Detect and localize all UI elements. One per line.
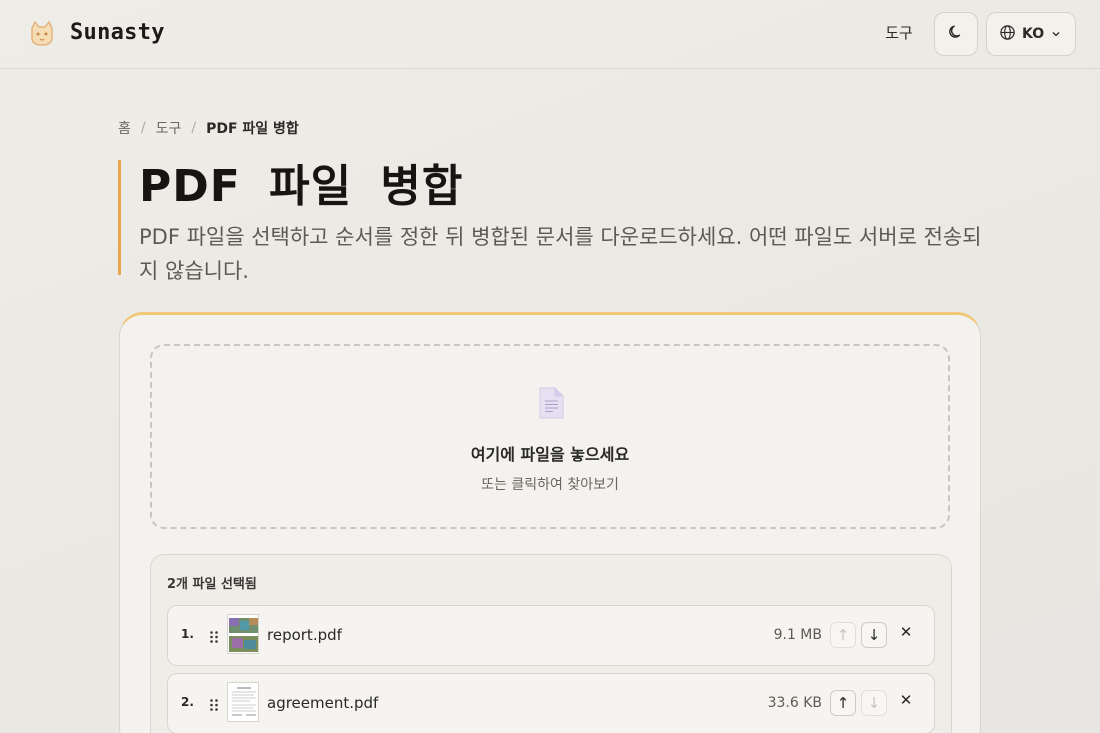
file-dropzone[interactable]: 여기에 파일을 놓으세요 또는 클릭하여 찾아보기	[150, 344, 950, 529]
close-icon[interactable]: ✕	[896, 691, 916, 715]
move-up-button[interactable]: ↑	[830, 622, 856, 648]
moon-icon	[948, 24, 964, 44]
breadcrumb-tools[interactable]: 도구	[156, 118, 182, 138]
breadcrumb: 홈 / 도구 / PDF 파일 병합	[118, 118, 299, 138]
cat-logo-icon[interactable]	[26, 18, 58, 50]
language-label: KO	[1022, 26, 1045, 42]
close-icon[interactable]: ✕	[896, 623, 916, 647]
breadcrumb-separator: /	[140, 120, 146, 136]
file-thumbnail	[227, 682, 259, 722]
drag-handle-icon[interactable]	[209, 697, 219, 711]
move-down-button[interactable]: ↓	[861, 622, 887, 648]
breadcrumb-separator: /	[191, 120, 197, 136]
file-thumbnail	[227, 614, 259, 654]
file-name: report.pdf	[267, 626, 342, 644]
move-up-button[interactable]: ↑	[830, 690, 856, 716]
chevron-down-icon	[1050, 25, 1062, 44]
file-index: 1.	[181, 627, 194, 641]
breadcrumb-current: PDF 파일 병합	[206, 121, 299, 137]
file-size: 33.6 KB	[767, 695, 822, 711]
file-row[interactable]: 1. report.pdf 9.1 MB ↑ ↓ ✕	[167, 605, 935, 666]
file-name: agreement.pdf	[267, 694, 379, 712]
files-count-label: 2개 파일 선택됨	[167, 577, 257, 592]
globe-icon	[999, 24, 1016, 45]
page-description: PDF 파일을 선택하고 순서를 정한 뒤 병합된 문서를 다운로드하세요. 어…	[139, 225, 982, 283]
file-index: 2.	[181, 695, 194, 709]
title-block: PDF 파일 병합 PDF 파일을 선택하고 순서를 정한 뒤 병합된 문서를 …	[118, 160, 998, 283]
theme-toggle-button[interactable]	[934, 12, 978, 56]
language-select[interactable]: KO	[986, 12, 1076, 56]
file-size: 9.1 MB	[773, 627, 822, 643]
move-down-button[interactable]: ↓	[861, 690, 887, 716]
dropzone-title: 여기에 파일을 놓으세요	[470, 445, 630, 464]
dropzone-subtitle: 또는 클릭하여 찾아보기	[481, 477, 619, 493]
nav-tools-link[interactable]: 도구	[872, 22, 926, 46]
document-icon	[537, 386, 565, 420]
drag-handle-icon[interactable]	[209, 629, 219, 643]
breadcrumb-home[interactable]: 홈	[118, 118, 131, 138]
top-header: Sunasty 도구 KO	[0, 0, 1100, 69]
brand-name[interactable]: Sunasty	[70, 20, 165, 45]
selected-files-panel: 2개 파일 선택됨 1. report.pdf 9.1 MB ↑ ↓ ✕ 2. …	[150, 554, 952, 733]
page-title: PDF 파일 병합	[139, 161, 464, 212]
merge-card: 여기에 파일을 놓으세요 또는 클릭하여 찾아보기 2개 파일 선택됨 1. r…	[119, 312, 981, 733]
file-row[interactable]: 2. agreement.pdf 33.6 KB ↑ ↓ ✕	[167, 673, 935, 733]
